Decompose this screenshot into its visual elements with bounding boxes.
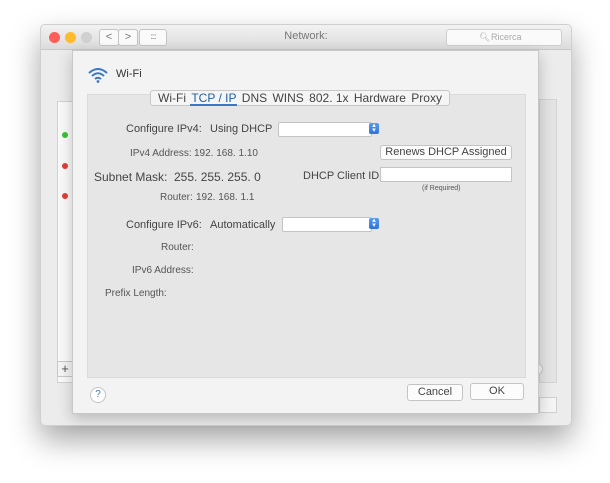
right-pane-edge (539, 99, 557, 383)
status-dot-red (62, 193, 68, 199)
ipv6-router-label: Router: (161, 242, 194, 253)
status-dot-green (62, 132, 68, 138)
add-service-button[interactable]: + (57, 361, 73, 377)
service-label: Wi-Fi (116, 68, 142, 80)
tab-wifi[interactable]: Wi-Fi (157, 91, 187, 105)
configure-ipv4-value: Using DHCP (210, 123, 273, 135)
status-dot-red (62, 163, 68, 169)
configure-ipv4-select[interactable] (278, 122, 372, 137)
dhcp-client-id-field[interactable] (380, 167, 512, 182)
ipv6-address-label: IPv6 Address: (132, 265, 194, 276)
help-button[interactable]: ? (90, 387, 106, 403)
router-label: Router: (160, 192, 193, 203)
ipv4-address-label: IPv4 Address: (130, 148, 192, 159)
ok-button[interactable]: OK (470, 383, 524, 400)
search-icon: 🔍︎ (479, 32, 491, 42)
cancel-button[interactable]: Cancel (407, 384, 463, 401)
advanced-sheet: Wi-Fi Wi-Fi TCP / IP DNS WINS 802. 1x Ha… (72, 50, 539, 414)
tab-tcp-ip[interactable]: TCP / IP (190, 92, 238, 106)
dhcp-client-id-label: DHCP Client ID: (303, 170, 383, 182)
right-pane-button[interactable] (539, 397, 557, 413)
router-value: 192. 168. 1.1 (196, 192, 255, 203)
search-placeholder: Ricerca (491, 32, 522, 42)
select-arrows-icon: ▴ ▾ (369, 217, 379, 229)
search-input[interactable]: 🔍︎ Ricerca (446, 29, 562, 46)
title-bar: < > :::: Network: 🔍︎ Ricerca (41, 25, 571, 50)
tab-8021x[interactable]: 802. 1x (308, 91, 349, 105)
configure-ipv6-label: Configure IPv6: (126, 219, 202, 231)
tab-bar: Wi-Fi TCP / IP DNS WINS 802. 1x Hardware… (150, 90, 450, 106)
prefix-length-label: Prefix Length: (105, 288, 167, 299)
subnet-mask-label: Subnet Mask: (94, 170, 168, 184)
tab-wins[interactable]: WINS (271, 91, 304, 105)
tab-proxy[interactable]: Proxy (410, 91, 443, 105)
tab-dns[interactable]: DNS (241, 91, 268, 105)
select-arrows-icon: ▴ ▾ (369, 122, 379, 134)
renew-dhcp-button[interactable]: Renews DHCP Assigned (380, 145, 512, 160)
wifi-icon (88, 68, 108, 83)
tab-hardware[interactable]: Hardware (353, 91, 407, 105)
if-required-hint: (if Required) (422, 185, 461, 192)
configure-ipv6-value: Automatically (210, 219, 276, 231)
ipv4-address-value: 192. 168. 1.10 (194, 148, 258, 159)
settings-panel: Wi-Fi TCP / IP DNS WINS 802. 1x Hardware… (87, 90, 526, 378)
configure-ipv6-select[interactable] (282, 217, 372, 232)
subnet-mask-value: 255. 255. 255. 0 (174, 170, 261, 184)
configure-ipv4-label: Configure IPv4: (126, 123, 202, 135)
service-list[interactable] (57, 101, 73, 383)
